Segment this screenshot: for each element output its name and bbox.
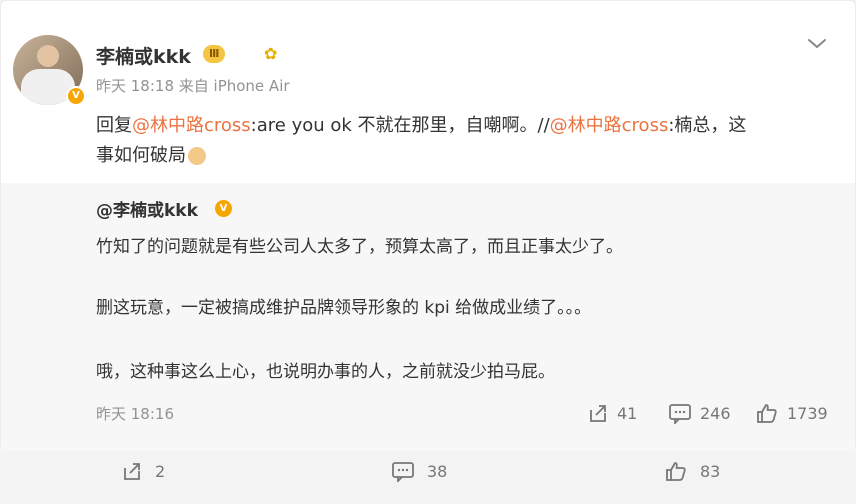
verified-badge-icon: V xyxy=(66,86,86,106)
level-badge: Ⅲ xyxy=(203,45,226,63)
post-text-suffix: :楠总，这 xyxy=(668,115,747,136)
flower-icon: ✿ xyxy=(264,44,278,63)
comment-icon xyxy=(392,462,414,482)
thumbs-up-icon xyxy=(666,462,686,481)
repost-comment-button[interactable]: 246 xyxy=(668,402,731,424)
post-text-middle: :are you ok 不就在那里，自嘲啊。// xyxy=(250,115,550,136)
verified-badge-icon: V xyxy=(215,200,232,217)
reply-prefix: 回复 xyxy=(96,115,132,136)
repost-line-3: 哦，这种事这么上心，也说明办事的人，之前就没少拍马屁。 xyxy=(96,362,555,382)
avatar-face xyxy=(37,45,59,67)
post-meta: 昨天 18:18 来自 iPhone Air xyxy=(96,77,290,95)
share-button[interactable]: 2 xyxy=(121,460,165,482)
like-button[interactable]: 83 xyxy=(664,460,720,482)
post-username[interactable]: 李楠或kkk xyxy=(96,42,191,69)
post-text-line2: 事如何破局 xyxy=(96,145,186,166)
share-count: 2 xyxy=(155,461,166,481)
doge-emoji-icon xyxy=(188,147,206,165)
weibo-card: V 李楠或kkk Ⅲ ✿ 昨天 18:18 来自 iPhone Air 回复@林… xyxy=(0,0,856,451)
like-count: 83 xyxy=(700,461,721,481)
repost-share-button[interactable]: 41 xyxy=(587,402,637,424)
repost-time: 昨天 18:16 xyxy=(96,405,174,423)
share-icon xyxy=(590,405,606,422)
post-content: 回复@林中路cross:are you ok 不就在那里，自嘲啊。//@林中路c… xyxy=(96,111,826,171)
comment-icon xyxy=(669,404,691,424)
mention-link[interactable]: @林中路cross xyxy=(550,115,669,136)
like-count: 1739 xyxy=(787,403,828,423)
repost-line-1: 竹知了的问题就是有些公司人太多了，预算太高了，而且正事太少了。 xyxy=(96,237,623,257)
comment-count: 246 xyxy=(700,403,731,423)
comment-count: 38 xyxy=(427,461,448,481)
thumbs-up-icon xyxy=(757,404,777,423)
comment-button[interactable]: 38 xyxy=(391,460,447,482)
share-icon xyxy=(124,463,140,480)
chevron-down-icon[interactable] xyxy=(806,35,828,51)
repost-count: 41 xyxy=(617,403,638,423)
repost-username[interactable]: @李楠或kkk xyxy=(96,196,198,221)
mention-link[interactable]: @林中路cross xyxy=(132,115,251,136)
repost-like-button[interactable]: 1739 xyxy=(755,402,828,424)
repost-line-2: 删这玩意，一定被搞成维护品牌领导形象的 kpi 给做成业绩了。。。 xyxy=(96,298,592,318)
